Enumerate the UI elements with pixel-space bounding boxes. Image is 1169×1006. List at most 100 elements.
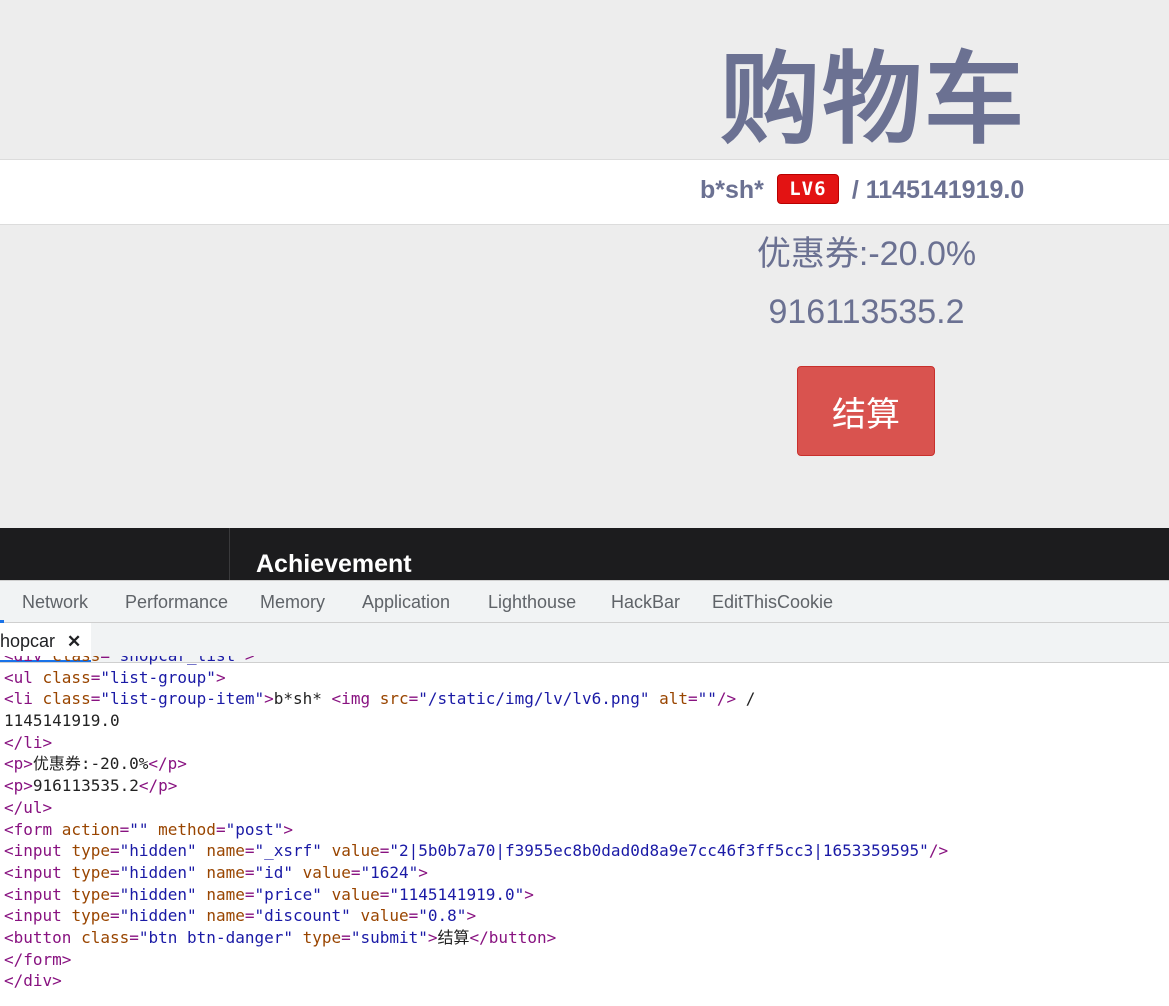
code-token: alt — [659, 689, 688, 709]
code-token: action — [61, 819, 120, 839]
code-token: type — [71, 841, 110, 861]
code-token: </button> — [469, 927, 557, 947]
achievement-heading: Achievement — [256, 550, 412, 578]
code-token: value — [331, 841, 380, 861]
code-token: type — [71, 884, 110, 904]
code-token: "1624" — [360, 862, 419, 882]
checkout-button[interactable]: 结算 — [797, 366, 935, 456]
code-token: <ul — [4, 667, 43, 687]
separator: / — [851, 176, 859, 204]
code-token: method — [158, 819, 216, 839]
code-token: = — [379, 841, 390, 861]
code-line: <ul class="list-group"> — [4, 667, 1164, 689]
code-token: "hidden" — [119, 841, 197, 861]
code-line: <input type="hidden" name="id" value="16… — [4, 862, 1164, 884]
source-code-view[interactable]: <div class="shopcar_list"><ul class="lis… — [4, 656, 1164, 1006]
code-token: = — [215, 819, 226, 839]
code-token: type — [302, 927, 342, 947]
code-token: = — [90, 689, 101, 709]
code-token: "/static/img/lv/lv6.png" — [418, 689, 650, 709]
code-token: "price" — [254, 884, 322, 904]
code-line: <button class="btn btn-danger" type="sub… — [4, 927, 1164, 949]
code-token: = — [129, 927, 139, 947]
code-token: > — [524, 884, 534, 904]
code-token: <input — [4, 906, 72, 926]
code-token: = — [408, 689, 419, 709]
code-token: <img — [331, 689, 380, 709]
tab-application[interactable]: Application — [362, 592, 450, 613]
code-token: "id" — [254, 862, 294, 882]
code-token: "post" — [225, 819, 284, 839]
code-token: "2|5b0b7a70|f3955ec8b0dad0d8a9e7cc46f3ff… — [389, 841, 929, 861]
code-token: <button — [4, 927, 82, 947]
code-token: type — [71, 862, 110, 882]
code-token: > — [466, 906, 477, 926]
code-line: <li class="list-group-item">b*sh* <img s… — [4, 688, 1164, 710]
tab-hackbar[interactable]: HackBar — [611, 592, 680, 613]
code-token: <p> — [4, 776, 33, 796]
code-token: "hidden" — [119, 906, 197, 926]
code-line: <input type="hidden" name="_xsrf" value=… — [4, 840, 1164, 862]
code-line: </div> — [4, 970, 1164, 992]
level-badge-icon: LV6 — [776, 174, 839, 205]
code-token: = — [119, 819, 130, 839]
code-token: > — [245, 656, 255, 665]
close-icon[interactable]: ✕ — [67, 632, 81, 652]
code-line: <p>优惠券:-20.0%</p> — [4, 753, 1164, 775]
code-token: = — [109, 906, 120, 926]
code-token: = — [109, 862, 120, 882]
code-token: "shopcar_list" — [110, 656, 245, 665]
code-token: = — [408, 906, 419, 926]
code-token: "hidden" — [119, 884, 197, 904]
code-token: <li — [4, 689, 43, 709]
code-token: <form — [4, 819, 62, 839]
code-line: <input type="hidden" name="discount" val… — [4, 905, 1164, 927]
code-token: b*sh* — [273, 689, 332, 709]
code-token: = — [100, 656, 110, 665]
shop-page: 购物车 b*sh* LV6 / 1145141919.0 优惠券:-20.0% … — [0, 0, 1169, 528]
code-token: value — [360, 906, 409, 926]
code-token: src — [379, 689, 409, 709]
tab-network[interactable]: Network — [22, 592, 88, 613]
code-token: "btn btn-danger" — [138, 927, 293, 947]
code-token: /> — [928, 841, 949, 861]
code-token: /> — [716, 689, 737, 709]
code-line: <p>916113535.2</p> — [4, 775, 1164, 797]
code-token: 优惠券:-20.0% — [32, 754, 149, 774]
code-token: = — [379, 884, 390, 904]
code-token: "1145141919.0" — [389, 884, 525, 904]
devtools-panel: Network Performance Memory Application L… — [0, 580, 1169, 1006]
code-token: <div — [4, 656, 52, 665]
tab-editthiscookie[interactable]: EditThisCookie — [712, 592, 833, 613]
code-token: 1145141919.0 — [4, 711, 120, 731]
code-token: class — [42, 689, 91, 709]
tab-performance[interactable]: Performance — [125, 592, 228, 613]
code-token: class — [42, 667, 91, 687]
user-line: b*sh* LV6 / 1145141919.0 — [700, 174, 1025, 205]
balance: 1145141919.0 — [865, 176, 1025, 204]
code-token: = — [90, 667, 101, 687]
code-token: class — [81, 927, 130, 947]
code-token: "_xsrf" — [254, 841, 322, 861]
code-line: </li> — [4, 732, 1164, 754]
code-token: = — [109, 884, 120, 904]
code-token: name — [206, 862, 245, 882]
code-token: "hidden" — [119, 862, 197, 882]
devtools-tab-bar: Network Performance Memory Application L… — [0, 580, 1169, 623]
code-token: 916113535.2 — [32, 776, 139, 796]
code-token: "" — [129, 819, 149, 839]
code-line: <div class="shopcar_list"> — [4, 656, 1164, 667]
tab-lighthouse[interactable]: Lighthouse — [488, 592, 576, 613]
tab-memory[interactable]: Memory — [260, 592, 325, 613]
code-token: </li> — [4, 732, 53, 752]
code-token: </div> — [4, 971, 62, 991]
code-token: </form> — [4, 949, 72, 969]
code-token: / — [736, 689, 756, 709]
code-token: type — [71, 906, 110, 926]
code-token: "discount" — [254, 906, 351, 926]
